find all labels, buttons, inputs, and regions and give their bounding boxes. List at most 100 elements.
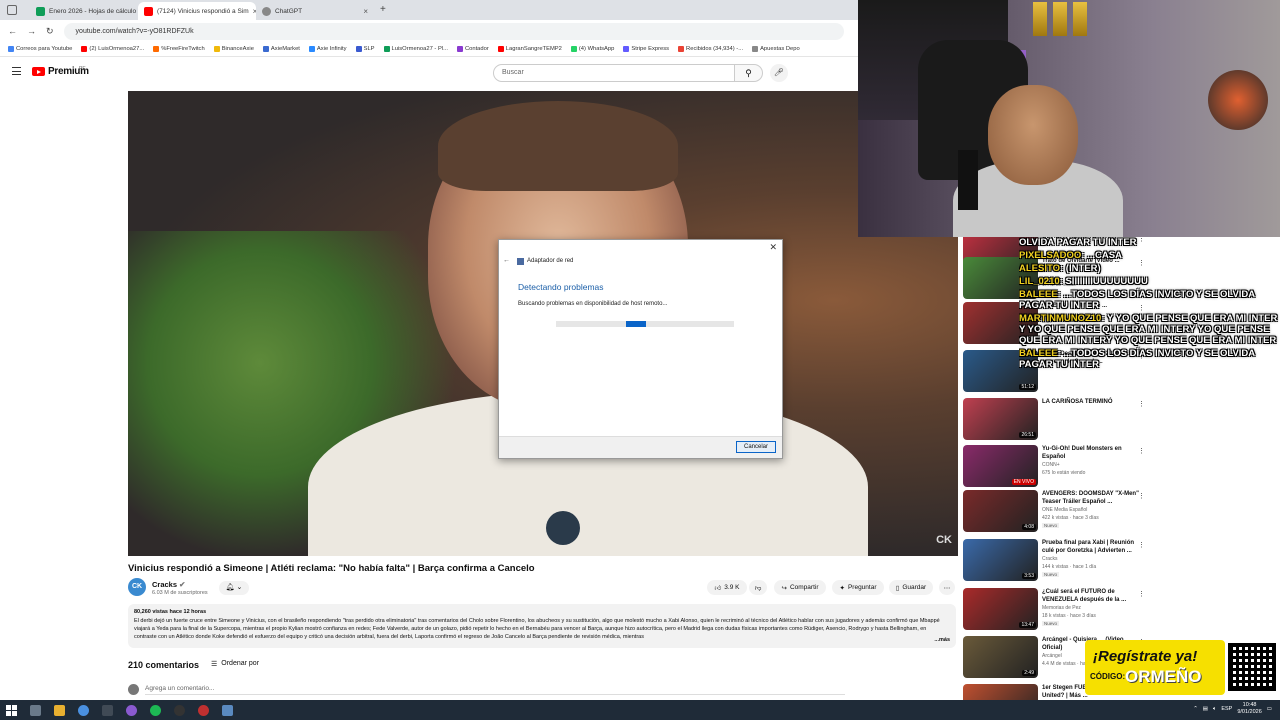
reload-icon[interactable]: ↻ [46,26,54,37]
bookmark-item[interactable]: Axie Infinity [308,46,347,52]
tab-sheets[interactable]: Enero 2026 - Hojas de cálculo de × [30,2,148,20]
chevron-up-icon[interactable]: ⌃ [1193,706,1198,712]
save-button[interactable]: ▯ Guardar [889,580,933,595]
video-thumbnail[interactable]: 3:53 [963,539,1038,581]
sparkle-icon: ✦ [839,584,845,592]
video-thumbnail[interactable]: 4:08 [963,490,1038,532]
chat-username: Baleee [1019,348,1058,359]
bookmark-item[interactable]: Recibidos (34,934) -... [678,46,743,52]
bookmark-favicon-icon [153,46,160,52]
tab-label: Enero 2026 - Hojas de cálculo de [49,7,146,15]
menu-icon[interactable] [12,67,21,75]
bookmark-label: Axie Infinity [316,46,347,52]
video-meta: 144 k vistas · hace 1 día [1042,564,1097,570]
bookmark-item[interactable]: LagranSangreTEMP2 [497,46,562,52]
like-button[interactable]: 👍︎ 3.9 K [707,580,747,595]
video-thumbnail[interactable]: 2:49 [963,636,1038,678]
mic-icon[interactable]: 🎤︎ [770,64,788,82]
video-title[interactable]: Yu-Gi-Oh! Duel Monsters en Español [1042,446,1142,461]
ball-image [1208,70,1268,130]
tab-chatgpt[interactable]: ChatGPT × [256,2,374,20]
url-text: youtube.com/watch?v=-yO81RDFZUk [75,27,194,35]
new-tab-icon[interactable]: + [380,4,386,15]
video-title[interactable]: ¿Cuál será el FUTURO de VENEZUELA despué… [1042,589,1142,604]
windows-start-icon[interactable] [6,704,17,716]
sort-comments-button[interactable]: ☰ Ordenar por [211,660,259,668]
bookmark-item[interactable]: AxieMarket [262,46,300,52]
notification-bell-button[interactable]: 🔔︎ ⌄ [219,581,249,595]
volume-icon[interactable]: 🔈︎ [1213,706,1216,713]
spotify-icon[interactable] [150,704,161,716]
bookmark-item[interactable]: %FreeFireTwitch [153,46,205,52]
bookmark-item[interactable]: Stripe Express [623,46,669,52]
channel-name: Memorias de Pez [1042,605,1081,611]
video-thumbnail[interactable] [963,684,1038,700]
obs-icon[interactable] [126,704,137,716]
bookmark-item[interactable]: Contador [456,46,489,52]
troubleshooter-icon[interactable] [222,704,233,716]
close-icon[interactable]: ✕ [769,242,777,253]
recommended-video[interactable]: 4:08 AVENGERS: DOOMSDAY "X-Men" Teaser Tr… [963,490,1153,534]
recommended-video[interactable]: EN VIVO Yu-Gi-Oh! Duel Monsters en Españo… [963,445,1153,489]
search-button[interactable]: ⚲ [735,64,763,82]
tab-search-icon[interactable] [7,5,17,15]
file-explorer-icon[interactable] [54,704,65,716]
more-options-icon[interactable]: ⋮ [1138,541,1145,549]
logo-country: PE [79,66,86,72]
video-thumbnail[interactable]: EN VIVO [963,445,1038,487]
channel-name[interactable]: Cracks ✔ [152,580,185,589]
new-badge: Nuevo [1042,621,1060,626]
bookmark-item[interactable]: (2) LuisOrmenoa27... [81,46,144,52]
share-button[interactable]: ↪ Compartir [774,580,826,595]
microphone-image [958,150,978,210]
app-icon[interactable] [174,704,185,716]
save-label: Guardar [902,584,927,591]
bookmark-item[interactable]: (4) WhatsApp [570,46,614,52]
notification-icon[interactable]: ▭ [1267,706,1272,712]
trophy-image [1033,2,1047,36]
comment-input[interactable]: Agrega un comentario... [145,685,845,695]
video-title[interactable]: Prueba final para Xabi | Reunión culé po… [1042,540,1142,555]
cancel-button[interactable]: Cancelar [736,441,776,453]
sort-label: Ordenar por [221,660,260,667]
app-icon[interactable] [102,704,113,716]
url-field[interactable]: youtube.com/watch?v=-yO81RDFZUk [63,22,844,40]
back-icon[interactable]: ← [8,26,17,36]
bookmark-label: BinanceAxie [221,46,254,52]
bookmark-label: AxieMarket [270,46,300,52]
search-input[interactable]: Buscar [493,64,735,82]
bookmark-item[interactable]: Correos para Youtube [8,46,72,52]
show-more-link[interactable]: ...más [932,636,950,644]
new-badge: Nuevo [1042,572,1060,577]
video-description[interactable]: 80,260 vistas hace 12 horas El derbi dej… [128,604,956,648]
clock[interactable]: 10:48 9/01/2026 [1237,702,1261,716]
chrome-icon[interactable] [78,704,89,716]
tab-youtube[interactable]: (7124) Vinicius respondió a Sim × [138,2,256,20]
bookmark-item[interactable]: Apuestas Depo [752,46,800,52]
forward-icon[interactable]: → [27,26,36,36]
video-thumbnail[interactable]: 13:47 [963,588,1038,630]
language-indicator[interactable]: ESP [1221,706,1232,712]
bookmark-icon: ▯ [895,584,900,592]
close-icon[interactable]: × [363,7,368,16]
more-options-icon[interactable]: ⋮ [1138,447,1145,455]
ask-button[interactable]: ✦ Preguntar [832,580,884,595]
more-options-icon[interactable]: ⋮ [1138,492,1145,500]
bookmark-item[interactable]: BinanceAxie [213,46,254,52]
bookmark-label: LagranSangreTEMP2 [505,46,562,52]
recommended-video[interactable]: 3:53 Prueba final para Xabi | Reunión cul… [963,539,1153,583]
back-arrow-icon[interactable]: ← [503,257,510,264]
channel-avatar[interactable]: CK [128,578,146,596]
more-options-icon[interactable]: ⋮ [1138,590,1145,598]
bookmark-label: Correos para Youtube [16,46,73,52]
task-view-icon[interactable] [30,704,41,716]
bookmark-item[interactable]: SLP [355,46,375,52]
app-icon[interactable] [198,704,209,716]
video-title[interactable]: AVENGERS: DOOMSDAY "X-Men" Teaser Tráile… [1042,491,1142,506]
recommended-video[interactable]: 13:47 ¿Cuál será el FUTURO de VENEZUELA d… [963,588,1153,632]
dislike-button[interactable]: 👎︎ [749,580,767,595]
bookmark-item[interactable]: LuisOrmenoa27 - Pl... [383,46,448,52]
description-text: El derbi dejó un fuerte cruce entre Sime… [134,618,940,640]
more-options-button[interactable]: ⋯ [939,580,955,595]
network-icon[interactable]: ▤ [1203,706,1208,712]
